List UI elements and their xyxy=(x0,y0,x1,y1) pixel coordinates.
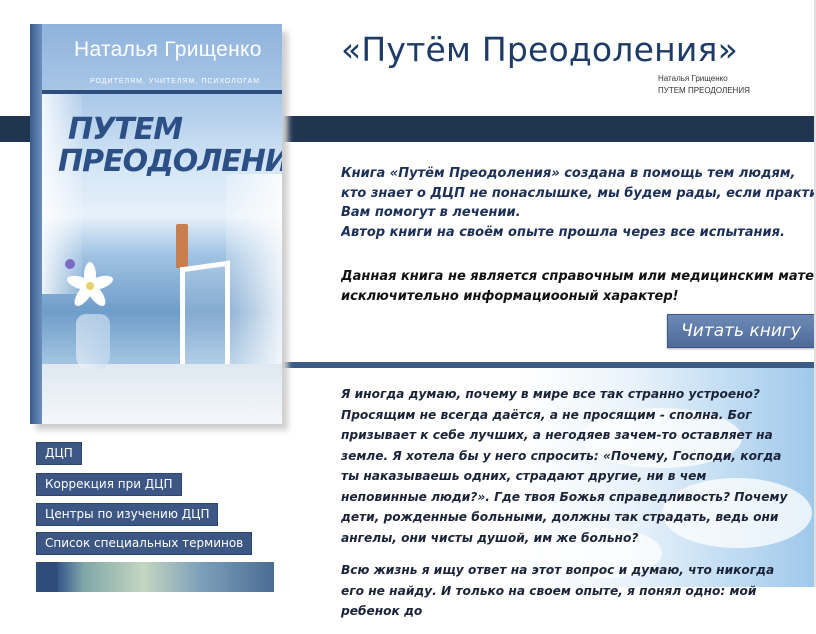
nav-item-centers[interactable]: Центры по изучению ДЦП xyxy=(36,503,219,526)
book-cover-title-line1: ПУТЕМ xyxy=(68,112,183,147)
article-paragraph: Я иногда думаю, почему в мире все так ст… xyxy=(341,387,788,545)
header-book-name: ПУТЕМ ПРЕОДОЛЕНИЯ xyxy=(658,86,750,95)
flower-decoration xyxy=(65,259,113,306)
header-author: Наталья Грищенко xyxy=(658,74,728,83)
disclaimer-line: исключительно информациооный характер! xyxy=(341,288,679,304)
nav-item-dcp[interactable]: ДЦП xyxy=(36,442,82,465)
page-title: «Путём Преодоления» xyxy=(341,30,738,69)
book-cover-title-line2: ПРЕОДОЛЕНИЯ xyxy=(58,144,282,179)
article-paragraph: Всю жизнь я ищу ответ на этот вопрос и д… xyxy=(341,563,775,618)
book-cover-rule xyxy=(42,90,282,94)
intro-line: кто знает о ДЦП не понаслышке, мы будем … xyxy=(341,185,816,201)
lighthouse-decoration xyxy=(176,224,188,268)
vase-decoration xyxy=(76,314,110,370)
book-cover-subtitle: РОДИТЕЛЯМ, УЧИТЕЛЯМ, ПСИХОЛОГАМ xyxy=(90,78,261,85)
intro-line: Автор книги на своём опыте прошла через … xyxy=(341,224,785,240)
read-book-button[interactable]: Читать книгу xyxy=(667,314,815,348)
window-sill-decoration xyxy=(42,364,282,424)
book-cover-author: Наталья Грищенко xyxy=(74,38,262,61)
disclaimer-text: Данная книга не является справочным или … xyxy=(341,267,816,306)
intro-line: Вам помогут в лечении. xyxy=(341,205,521,220)
window-frame-decoration xyxy=(180,260,230,373)
nav-item-terms[interactable]: Список специальных терминов xyxy=(36,532,253,555)
intro-text: Книга «Путём Преодоления» создана в помо… xyxy=(341,164,816,242)
nav-item-correction[interactable]: Коррекция при ДЦП xyxy=(36,473,182,496)
book-spine xyxy=(30,24,42,424)
article-body: Я иногда думаю, почему в мире все так ст… xyxy=(341,384,791,634)
intro-line: Книга «Путём Преодоления» создана в помо… xyxy=(341,166,796,181)
book-cover-image[interactable]: Наталья Грищенко РОДИТЕЛЯМ, УЧИТЕЛЯМ, ПС… xyxy=(30,24,282,424)
book-thumbnail-spine xyxy=(36,562,58,592)
book-thumbnail[interactable] xyxy=(36,562,274,592)
disclaimer-line: Данная книга не является справочным или … xyxy=(341,269,816,284)
